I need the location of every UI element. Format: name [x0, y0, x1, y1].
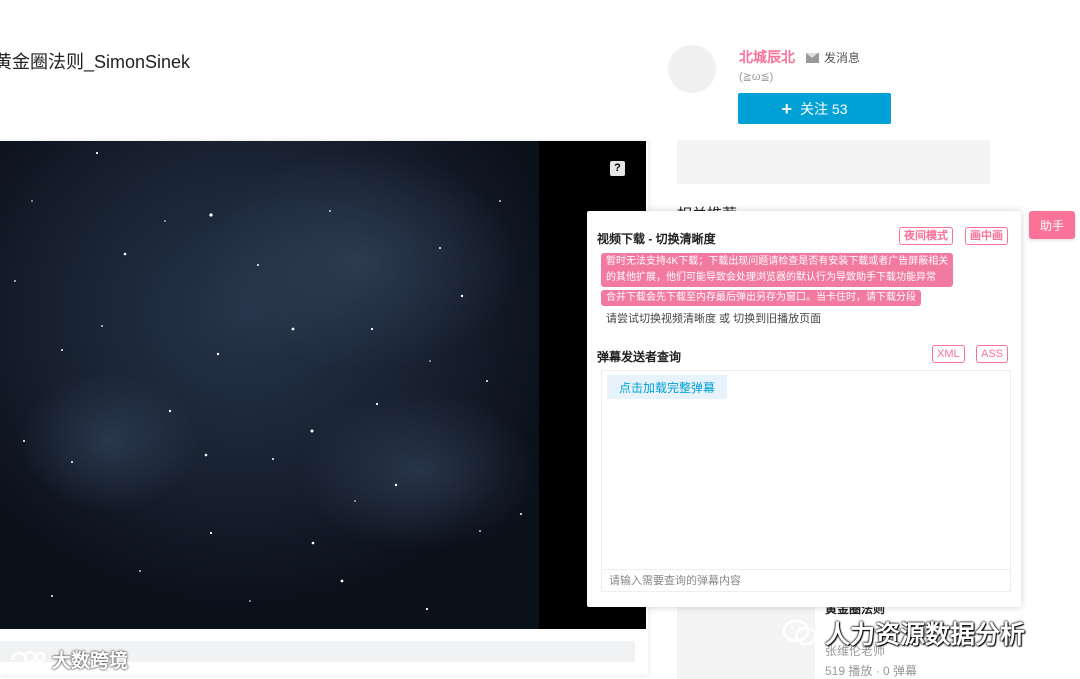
uploader-signature: (≧ω≦) [739, 71, 774, 83]
starfield-video-frame [0, 141, 646, 629]
merge-download-warning: 合并下载会先下载至内存最后弹出另存为窗口。当卡住时，请下载分段 [601, 290, 921, 306]
send-message-button[interactable]: 发消息 [806, 49, 860, 66]
ad-placeholder [677, 140, 990, 184]
helper-toggle-button[interactable]: 助手 [1029, 211, 1075, 239]
video-player[interactable] [0, 141, 646, 629]
danmaku-query-heading: 弹幕发送者查询 [597, 350, 682, 364]
night-mode-button[interactable]: 夜间模式 [899, 227, 953, 245]
xml-download-button[interactable]: XML [932, 345, 965, 363]
ass-download-button[interactable]: ASS [976, 345, 1009, 363]
uploader-name[interactable]: 北城辰北 [739, 47, 795, 67]
download-section-heading: 视频下载 - 切换清晰度 [597, 232, 716, 246]
danmaku-result-box [601, 370, 1011, 592]
help-icon[interactable]: ? [610, 161, 625, 176]
logo-icon [10, 650, 46, 668]
logo-watermark: 大数跨境 [8, 646, 128, 673]
related-video-stats: 519 播放 · 0 弹幕 [825, 664, 918, 678]
uploader-avatar[interactable] [668, 45, 716, 93]
follow-button[interactable]: + 关注 53 [738, 93, 891, 124]
load-full-danmaku-button[interactable]: 点击加载完整弹幕 [607, 375, 727, 399]
plus-icon: + [781, 98, 793, 119]
send-message-label: 发消息 [824, 51, 861, 65]
follow-label: 关注 53 [800, 100, 848, 117]
picture-in-picture-button[interactable]: 画中画 [965, 227, 1008, 245]
download-warning: 暂时无法支持4K下载；下载出现问题请检查是否有安装下载或者广告屏蔽相关 的其他扩… [601, 253, 954, 287]
download-warning-line-2: 的其他扩展，他们可能导致会处理浏览器的默认行为导致助手下载功能异常 [606, 272, 936, 283]
wechat-watermark-text: 人力资源数据分析 [825, 621, 1026, 649]
quality-switch-hint: 请尝试切换视频清晰度 或 切换到旧播放页面 [606, 313, 822, 325]
logo-watermark-text: 大数跨境 [52, 651, 129, 672]
danmaku-query-input[interactable] [602, 569, 1010, 591]
wechat-icon [783, 619, 817, 646]
download-warning-line-1: 暂时无法支持4K下载；下载出现问题请检查是否有安装下载或者广告屏蔽相关 [606, 256, 949, 267]
video-title: 黄金圈法则_SimonSinek [0, 52, 191, 72]
mail-icon [806, 52, 819, 63]
wechat-watermark: 人力资源数据分析 [783, 615, 1025, 651]
